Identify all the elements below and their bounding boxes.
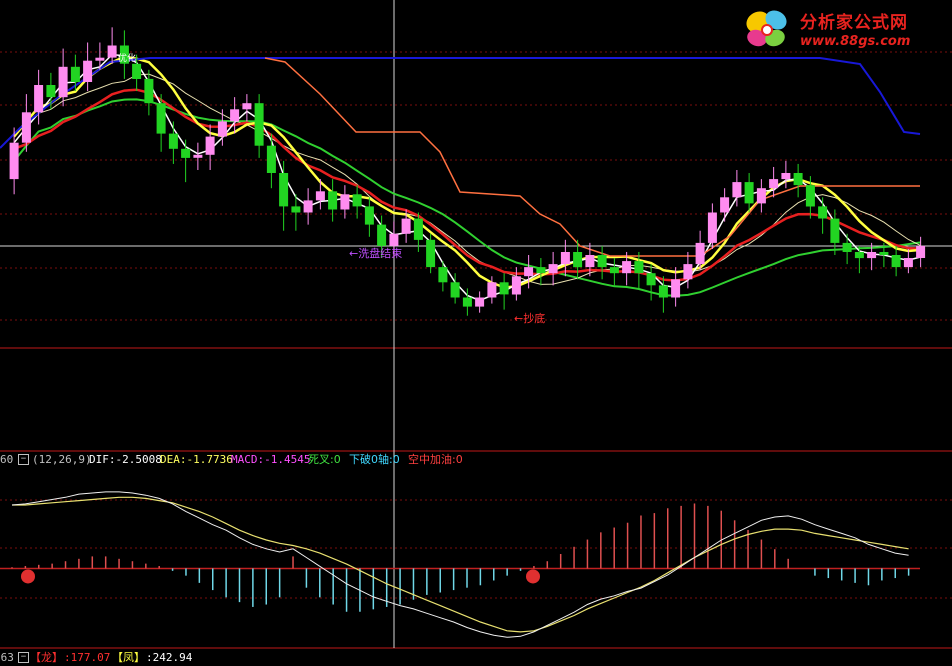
candle-body: [609, 267, 619, 274]
candle-body: [634, 261, 644, 274]
candle-body: [524, 267, 534, 277]
candle-body: [744, 182, 754, 204]
candle-body: [450, 282, 460, 298]
candle-body: [548, 264, 558, 274]
candle-body: [46, 85, 56, 98]
candle-body: [193, 154, 203, 158]
candle-body: [9, 142, 19, 180]
butterfly-logo-icon: [746, 10, 787, 47]
dea-value: DEA:-1.7736: [160, 453, 233, 466]
candle-body: [695, 242, 705, 265]
candle-body: [854, 252, 864, 259]
candle-body: [340, 194, 350, 210]
candle-body: [805, 185, 815, 207]
logo-title: 分析家公式网: [800, 13, 908, 33]
candle-body: [156, 103, 166, 134]
dif-value: DIF:-2.5008: [89, 453, 162, 466]
candle-body: [230, 109, 240, 122]
candle-body: [315, 191, 325, 201]
candle-body: [756, 188, 766, 204]
candle-body: [70, 66, 80, 82]
candle-body: [793, 173, 803, 186]
footer-toggle-icon[interactable]: −: [18, 652, 29, 663]
macd-value: MACD:-1.4545: [231, 453, 311, 466]
candle-body: [536, 267, 546, 274]
candle-body: [217, 121, 227, 137]
candle-body: [475, 297, 485, 307]
candle-body: [389, 233, 399, 246]
candle-body: [487, 282, 497, 298]
phoenix-value: :242.94: [146, 651, 193, 664]
candle-body: [671, 279, 681, 298]
phoenix-label: 【凤】: [112, 651, 145, 664]
candle-body: [413, 218, 423, 240]
candle-body: [658, 285, 668, 298]
candle-body: [144, 78, 154, 104]
macd-params: (12,26,9): [32, 453, 92, 466]
candle-body: [842, 242, 852, 252]
candle-body: [720, 197, 730, 213]
candle-body: [511, 276, 521, 295]
candle-body: [168, 133, 178, 149]
candle-body: [303, 200, 313, 213]
candle-body: [585, 255, 595, 268]
candle-body: [573, 252, 583, 268]
short-add-value: 空中加油:0: [408, 453, 463, 466]
candle-body: [83, 60, 93, 82]
candle-body: [291, 206, 301, 213]
candle-body: [377, 224, 387, 246]
candle-body: [34, 85, 44, 113]
candle-body: [597, 255, 607, 268]
logo-url[interactable]: www.88gs.com: [800, 34, 910, 49]
candle-body: [205, 136, 215, 155]
candle-body: [426, 239, 436, 268]
site-logo: 分析家公式网 www.88gs.com: [742, 6, 942, 54]
candle-body: [560, 252, 570, 265]
chart-canvas: [0, 0, 952, 666]
candle-body: [364, 206, 374, 225]
candle-body: [352, 194, 362, 207]
candle-body: [781, 173, 791, 180]
candle-body: [58, 66, 68, 98]
period-prefix: 60: [0, 453, 14, 466]
collapse-toggle-icon[interactable]: −: [18, 454, 29, 465]
candle-body: [903, 258, 913, 268]
dead-cross-value: 死叉:0: [308, 453, 341, 466]
dragon-label: 【龙】: [30, 651, 63, 664]
signal-dot: [21, 569, 35, 584]
candle-body: [622, 261, 632, 274]
signal-dot: [526, 569, 540, 584]
footer-prefix: 763: [0, 651, 14, 664]
break-axis-value: 下破0轴:0: [349, 453, 400, 466]
candle-body: [646, 273, 656, 286]
candle-body: [867, 252, 877, 259]
candle-body: [279, 173, 289, 207]
candle-body: [769, 179, 779, 189]
dragon-value: :177.07: [64, 651, 111, 664]
candle-body: [879, 252, 889, 255]
candle-body: [254, 103, 264, 146]
candle-body: [818, 206, 828, 219]
annotation-peak: 优化: [118, 54, 137, 64]
candle-body: [107, 45, 117, 58]
candle-body: [462, 297, 472, 307]
candle-body: [132, 63, 142, 79]
candle-body: [438, 267, 448, 283]
candle-body: [499, 282, 509, 295]
candle-body: [21, 112, 31, 143]
candle-body: [266, 145, 276, 173]
candle-body: [328, 191, 338, 210]
annotation-bottom: ←抄底: [514, 312, 546, 325]
candle-body: [732, 182, 742, 198]
candle-body: [95, 57, 105, 61]
candle-body: [181, 148, 191, 158]
candle-body: [401, 218, 411, 234]
candle-body: [891, 255, 901, 268]
annotation-wash-end: ←洗盘结束: [349, 247, 403, 260]
candle-body: [707, 212, 717, 243]
candle-body: [830, 218, 840, 243]
candle-body: [683, 264, 693, 280]
candle-body: [242, 103, 252, 110]
candle-body: [916, 245, 926, 258]
